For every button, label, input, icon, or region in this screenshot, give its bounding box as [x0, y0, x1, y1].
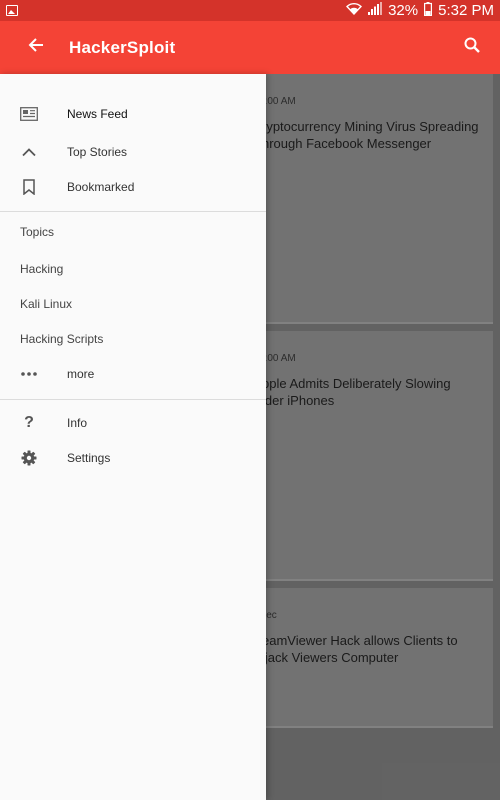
arrow-back-icon — [28, 37, 44, 58]
battery-text: 32% — [388, 2, 419, 19]
drawer-item-label: Top Stories — [67, 145, 128, 159]
search-button[interactable] — [447, 21, 497, 74]
search-icon — [464, 37, 480, 58]
drawer-divider — [0, 211, 266, 212]
drawer-divider — [0, 399, 266, 400]
clock: 5:32 PM — [438, 2, 494, 19]
drawer-item-bookmarked[interactable]: Bookmarked — [0, 170, 266, 204]
navigation-drawer: News Feed Top Stories Bookmarked Topics … — [0, 74, 266, 800]
more-horiz-icon — [20, 365, 38, 383]
drawer-item-label: News Feed — [67, 107, 128, 121]
newspaper-icon — [20, 105, 38, 123]
app-bar: HackerSploit — [0, 21, 500, 74]
drawer-item-label: Kali Linux — [20, 297, 73, 311]
drawer-scrim[interactable] — [266, 74, 500, 800]
drawer-item-news-feed[interactable]: News Feed — [0, 97, 266, 131]
drawer-item-label: Bookmarked — [67, 180, 135, 194]
bookmark-icon — [20, 178, 38, 196]
status-bar: 32% 5:32 PM — [0, 0, 500, 21]
wifi-icon — [346, 2, 363, 19]
drawer-item-more[interactable]: more — [0, 357, 266, 391]
chevron-up-icon — [20, 143, 38, 161]
drawer-topic-hacking[interactable]: Hacking — [0, 252, 266, 286]
help-icon: ? — [24, 414, 34, 431]
drawer-item-label: Info — [67, 416, 88, 430]
drawer-item-label: Settings — [67, 451, 111, 465]
gear-icon — [20, 449, 38, 467]
back-button[interactable] — [9, 21, 63, 74]
drawer-topic-kali-linux[interactable]: Kali Linux — [0, 287, 266, 321]
app-title: HackerSploit — [69, 37, 176, 57]
topics-header: Topics — [20, 225, 55, 239]
drawer-item-info[interactable]: ? Info — [0, 406, 266, 440]
battery-icon — [424, 1, 433, 20]
drawer-item-label: more — [67, 367, 95, 381]
drawer-item-label: Hacking — [20, 262, 64, 276]
drawer-item-settings[interactable]: Settings — [0, 441, 266, 475]
drawer-item-label: Hacking Scripts — [20, 332, 104, 346]
signal-icon — [368, 2, 383, 19]
drawer-topic-hacking-scripts[interactable]: Hacking Scripts — [0, 322, 266, 356]
drawer-item-top-stories[interactable]: Top Stories — [0, 135, 266, 169]
image-icon — [6, 5, 18, 16]
